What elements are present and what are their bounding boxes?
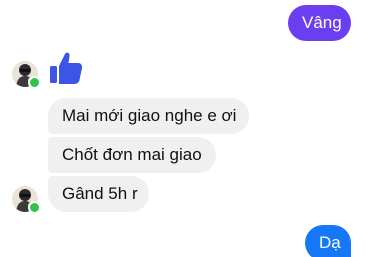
message-text: Mai mới giao nghe e ơi xyxy=(62,106,237,125)
chat-thread: Vâng Mai mới giao nghe e ơi Chốt đơn mai… xyxy=(0,0,374,257)
message-text: Chốt đơn mai giao xyxy=(62,145,202,164)
thumbs-up-icon[interactable] xyxy=(48,50,84,91)
incoming-message-bubble[interactable]: Gând 5h r xyxy=(48,176,149,212)
message-text: Dạ xyxy=(319,233,341,252)
message-text: Vâng xyxy=(302,13,342,32)
message-text: Gând 5h r xyxy=(62,184,138,203)
outgoing-message-bubble[interactable]: Dạ xyxy=(305,225,351,257)
online-status-dot xyxy=(28,76,41,89)
outgoing-message-bubble[interactable]: Vâng xyxy=(288,5,351,41)
online-status-dot xyxy=(28,201,41,214)
incoming-message-bubble[interactable]: Chốt đơn mai giao xyxy=(48,137,216,173)
incoming-message-bubble[interactable]: Mai mới giao nghe e ơi xyxy=(48,98,249,134)
